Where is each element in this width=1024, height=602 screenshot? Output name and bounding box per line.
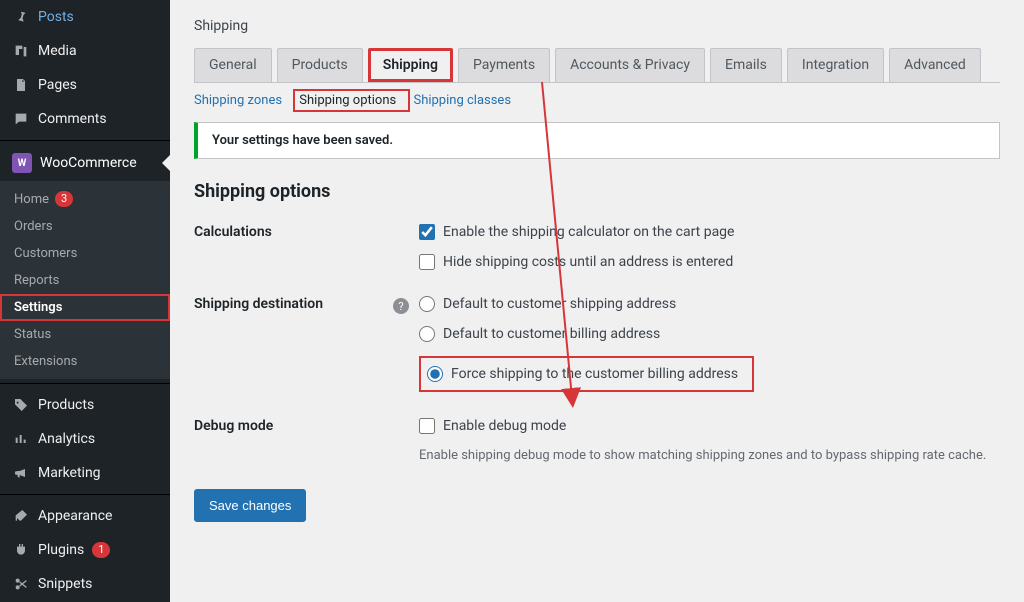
radio-default-shipping[interactable]: Default to customer shipping address	[419, 296, 1000, 312]
sidebar-label: Marketing	[38, 465, 101, 481]
radio-default-billing[interactable]: Default to customer billing address	[419, 326, 1000, 342]
sidebar-label: Plugins	[38, 542, 84, 558]
row-debug: Debug mode Enable debug mode Enable ship…	[194, 418, 1000, 463]
count-badge: 1	[92, 542, 110, 558]
sidebar-sub-reports[interactable]: Reports	[0, 267, 170, 294]
plug-icon	[12, 541, 30, 559]
subtab-shipping-zones[interactable]: Shipping zones	[194, 93, 282, 108]
submenu-label: Customers	[14, 246, 77, 261]
checkbox-enable-debug[interactable]	[419, 418, 435, 434]
sidebar-sub-status[interactable]: Status	[0, 321, 170, 348]
sidebar-item-marketing[interactable]: Marketing	[0, 456, 170, 490]
sidebar-label: Products	[38, 397, 94, 413]
pages-icon	[12, 76, 30, 94]
sidebar-label: Pages	[38, 77, 77, 93]
checkbox-hide-costs[interactable]	[419, 254, 435, 270]
sidebar-label: Comments	[38, 111, 107, 127]
opt-enable-calculator[interactable]: Enable the shipping calculator on the ca…	[419, 224, 1000, 240]
opt-label: Enable the shipping calculator on the ca…	[443, 224, 734, 240]
sidebar-item-pages[interactable]: Pages	[0, 68, 170, 102]
sidebar-item-comments[interactable]: Comments	[0, 102, 170, 136]
sidebar-sub-extensions[interactable]: Extensions	[0, 348, 170, 375]
megaphone-icon	[12, 464, 30, 482]
debug-description: Enable shipping debug mode to show match…	[419, 448, 1000, 463]
comments-icon	[12, 110, 30, 128]
sidebar-item-analytics[interactable]: Analytics	[0, 422, 170, 456]
subtab-shipping-classes[interactable]: Shipping classes	[413, 93, 511, 108]
radio-input-billing[interactable]	[419, 326, 435, 342]
opt-label: Enable debug mode	[443, 418, 566, 434]
submenu-label: Home	[14, 192, 49, 207]
page-title: Shipping	[194, 0, 1000, 48]
analytics-icon	[12, 430, 30, 448]
opt-hide-costs[interactable]: Hide shipping costs until an address is …	[419, 254, 1000, 270]
tab-general[interactable]: General	[194, 48, 272, 82]
sidebar-item-snippets[interactable]: Snippets	[0, 567, 170, 601]
sidebar-item-woocommerce[interactable]: W WooCommerce	[0, 145, 170, 181]
radio-input-force-billing[interactable]	[427, 366, 443, 382]
submenu-label: Status	[14, 327, 51, 342]
sidebar-sub-orders[interactable]: Orders	[0, 213, 170, 240]
radio-label: Force shipping to the customer billing a…	[451, 366, 738, 382]
opt-label: Hide shipping costs until an address is …	[443, 254, 733, 270]
sidebar-item-appearance[interactable]: Appearance	[0, 499, 170, 533]
sidebar-item-media[interactable]: Media	[0, 34, 170, 68]
tab-shipping[interactable]: Shipping	[368, 48, 453, 82]
submenu-label: Orders	[14, 219, 53, 234]
count-badge: 3	[55, 191, 73, 207]
opt-enable-debug[interactable]: Enable debug mode	[419, 418, 1000, 434]
scissors-icon	[12, 575, 30, 593]
sidebar-label: Snippets	[38, 576, 92, 592]
tab-products[interactable]: Products	[277, 48, 363, 82]
radio-input-shipping[interactable]	[419, 296, 435, 312]
label-destination: Shipping destination	[194, 296, 419, 392]
sidebar-item-plugins[interactable]: Plugins 1	[0, 533, 170, 567]
sidebar-label: Analytics	[38, 431, 95, 447]
radio-label: Default to customer billing address	[443, 326, 660, 342]
label-debug: Debug mode	[194, 418, 419, 463]
row-calculations: Calculations Enable the shipping calcula…	[194, 224, 1000, 270]
row-destination: Shipping destination ? Default to custom…	[194, 296, 1000, 392]
sidebar-label: Media	[38, 43, 77, 59]
sidebar-label: Appearance	[38, 508, 112, 524]
tab-accounts-privacy[interactable]: Accounts & Privacy	[555, 48, 705, 82]
section-heading: Shipping options	[194, 181, 1000, 202]
shipping-subtabs: Shipping zones Shipping options Shipping…	[194, 83, 1000, 122]
sidebar-sub-settings[interactable]: Settings	[0, 294, 170, 321]
admin-sidebar: Posts Media Pages Comments W WooCommerce	[0, 0, 170, 602]
label-calculations: Calculations	[194, 224, 419, 270]
tab-emails[interactable]: Emails	[710, 48, 782, 82]
sidebar-sub-home[interactable]: Home 3	[0, 185, 170, 213]
radio-force-billing[interactable]: Force shipping to the customer billing a…	[419, 356, 754, 392]
products-icon	[12, 396, 30, 414]
subtab-shipping-options[interactable]: Shipping options	[299, 93, 396, 108]
success-notice: Your settings have been saved.	[194, 122, 1000, 159]
submenu-label: Extensions	[14, 354, 77, 369]
brush-icon	[12, 507, 30, 525]
help-icon[interactable]: ?	[393, 298, 409, 314]
media-icon	[12, 42, 30, 60]
checkbox-enable-calculator[interactable]	[419, 224, 435, 240]
sidebar-sub-customers[interactable]: Customers	[0, 240, 170, 267]
sidebar-label: WooCommerce	[40, 155, 137, 171]
settings-tabs: General Products Shipping Payments Accou…	[194, 48, 1000, 83]
pin-icon	[12, 8, 30, 26]
submenu-label: Reports	[14, 273, 59, 288]
radio-label: Default to customer shipping address	[443, 296, 676, 312]
save-button[interactable]: Save changes	[194, 489, 306, 522]
sidebar-item-products[interactable]: Products	[0, 388, 170, 422]
woocommerce-icon: W	[12, 153, 32, 173]
tab-integration[interactable]: Integration	[787, 48, 884, 82]
woocommerce-submenu: Home 3 Orders Customers Reports Settings…	[0, 181, 170, 379]
sidebar-item-posts[interactable]: Posts	[0, 0, 170, 34]
submenu-label: Settings	[14, 300, 62, 315]
tab-payments[interactable]: Payments	[458, 48, 550, 82]
main-content: Shipping General Products Shipping Payme…	[170, 0, 1024, 602]
tab-advanced[interactable]: Advanced	[889, 48, 981, 82]
sidebar-label: Posts	[38, 9, 74, 25]
